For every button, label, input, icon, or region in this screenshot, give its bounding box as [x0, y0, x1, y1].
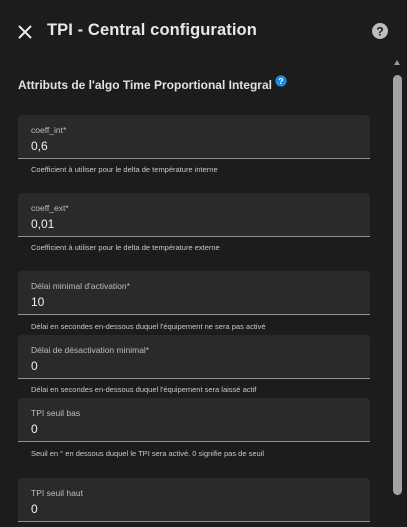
- field-helper-text: Coefficient à utiliser pour le delta de …: [31, 243, 220, 252]
- coeff-ext-field[interactable]: coeff_ext* 0,01: [18, 193, 370, 237]
- dialog-content: Attributs de l'algo Time Proportional In…: [0, 62, 392, 527]
- field-label: TPI seuil haut: [31, 488, 83, 498]
- section-title-text: Attributs de l'algo Time Proportional In…: [18, 78, 272, 92]
- coeff-int-field[interactable]: coeff_int* 0,6: [18, 115, 370, 159]
- field-helper-text: Coefficient à utiliser pour le delta de …: [31, 165, 218, 174]
- dialog-title: TPI - Central configuration: [47, 21, 257, 39]
- close-button[interactable]: [12, 19, 38, 45]
- field-helper-text: Délai en secondes en-dessous duquel l'éq…: [31, 385, 257, 394]
- tpi-low-threshold-field[interactable]: TPI seuil bas 0: [18, 398, 370, 442]
- field-label: coeff_int*: [31, 125, 67, 135]
- field-label: Délai minimal d'activation*: [31, 281, 130, 291]
- field-label: TPI seuil bas: [31, 408, 81, 418]
- field-helper-text: Délai en secondes en-dessous duquel l'éq…: [31, 322, 266, 331]
- tpi-high-threshold-input[interactable]: 0: [31, 502, 351, 516]
- scroll-up-arrow[interactable]: [394, 60, 400, 65]
- min-deactivation-delay-input[interactable]: 0: [31, 359, 351, 373]
- field-label: coeff_ext*: [31, 203, 69, 213]
- config-dialog: TPI - Central configuration ? Attributs …: [0, 0, 407, 527]
- dialog-header: TPI - Central configuration ?: [0, 0, 407, 62]
- close-icon: [18, 25, 32, 39]
- field-label: Délai de désactivation minimal*: [31, 345, 150, 355]
- coeff-int-input[interactable]: 0,6: [31, 139, 351, 153]
- min-activation-delay-field[interactable]: Délai minimal d'activation* 10: [18, 271, 370, 315]
- section-help-button[interactable]: ?: [275, 75, 287, 87]
- help-button[interactable]: ?: [371, 22, 389, 40]
- field-helper-text: Seuil en ° en dessous duquel le TPI sera…: [31, 449, 265, 458]
- section-title: Attributs de l'algo Time Proportional In…: [18, 75, 287, 92]
- help-circle-icon: ?: [275, 75, 287, 87]
- help-circle-icon: ?: [372, 23, 388, 39]
- tpi-high-threshold-field[interactable]: TPI seuil haut 0: [18, 478, 370, 522]
- min-deactivation-delay-field[interactable]: Délai de désactivation minimal* 0: [18, 335, 370, 379]
- tpi-low-threshold-input[interactable]: 0: [31, 422, 351, 436]
- scrollbar[interactable]: [392, 58, 403, 527]
- min-activation-delay-input[interactable]: 10: [31, 295, 351, 309]
- svg-text:?: ?: [376, 24, 383, 38]
- coeff-ext-input[interactable]: 0,01: [31, 217, 351, 231]
- scrollbar-thumb[interactable]: [393, 75, 402, 495]
- svg-text:?: ?: [278, 76, 283, 86]
